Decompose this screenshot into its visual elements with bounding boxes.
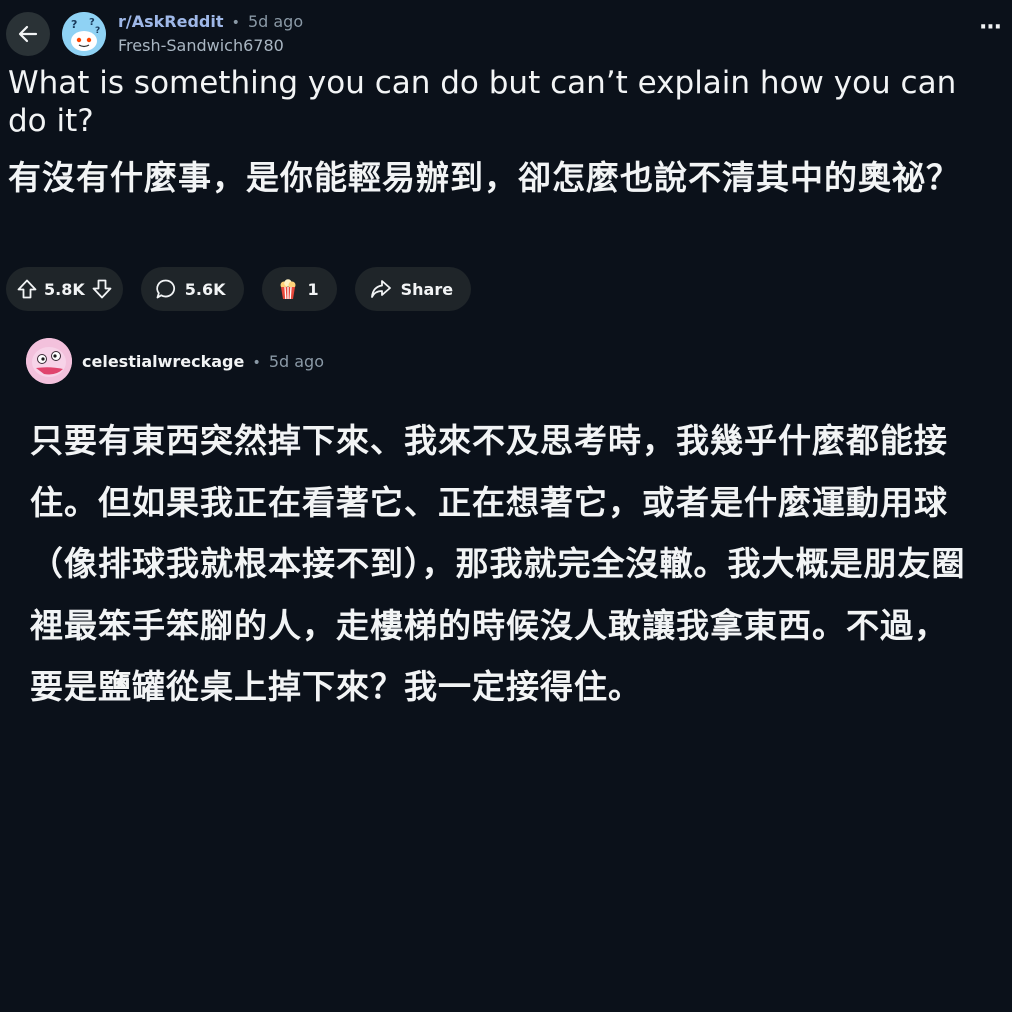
upvote-arrow-icon[interactable] xyxy=(16,278,38,300)
post-title: What is something you can do but can’t e… xyxy=(8,65,957,139)
vote-control: 5.8K xyxy=(6,267,123,311)
meta-separator: • xyxy=(231,15,240,31)
post-action-bar: 5.8K 5.6K 1 Share xyxy=(6,267,472,311)
subreddit-line: r/AskReddit • 5d ago xyxy=(118,12,303,31)
award-count: 1 xyxy=(307,279,319,299)
comments-button[interactable]: 5.6K xyxy=(140,267,244,311)
arrow-left-icon xyxy=(18,25,38,43)
share-arrow-icon xyxy=(369,278,393,300)
back-button[interactable] xyxy=(6,12,50,56)
share-button[interactable]: Share xyxy=(354,267,472,311)
comment-meta: celestialwreckage • 5d ago xyxy=(82,352,324,371)
svg-text:?: ? xyxy=(95,26,100,36)
more-dots-icon: ··· xyxy=(978,15,1002,40)
post-title-translation: 有沒有什麼事，是你能輕易辦到，卻怎麼也說不清其中的奧祕？ xyxy=(8,158,960,197)
svg-text:?: ? xyxy=(71,18,77,31)
subreddit-avatar[interactable]: ? ? ? xyxy=(62,12,106,56)
comment-count: 5.6K xyxy=(184,279,226,299)
vote-count: 5.8K xyxy=(44,279,85,299)
comment-age: 5d ago xyxy=(268,352,324,371)
commenter-avatar[interactable] xyxy=(26,338,72,384)
award-button[interactable]: 1 xyxy=(261,267,337,311)
post-author[interactable]: Fresh-Sandwich6780 xyxy=(118,36,284,55)
more-options-button[interactable]: ··· xyxy=(978,15,1002,46)
post-header: ? ? ? r/AskReddit • 5d ago Fresh-Sandwic… xyxy=(0,0,1012,64)
post-age: 5d ago xyxy=(247,12,304,31)
comment-body: 只要有東西突然掉下來、我來不及思考時，我幾乎什麼都能接住。但如果我正在看著它、正… xyxy=(30,421,966,706)
share-label: Share xyxy=(400,279,454,299)
snoo-avatar-icon xyxy=(26,338,72,384)
comment-author[interactable]: celestialwreckage xyxy=(82,352,244,371)
speech-bubble-icon xyxy=(155,278,177,300)
downvote-arrow-icon[interactable] xyxy=(91,278,113,300)
askreddit-snoo-icon: ? ? ? xyxy=(62,12,106,56)
popcorn-award-icon xyxy=(276,277,300,301)
subreddit-name[interactable]: r/AskReddit xyxy=(118,12,224,31)
comment-meta-separator: • xyxy=(252,355,261,371)
